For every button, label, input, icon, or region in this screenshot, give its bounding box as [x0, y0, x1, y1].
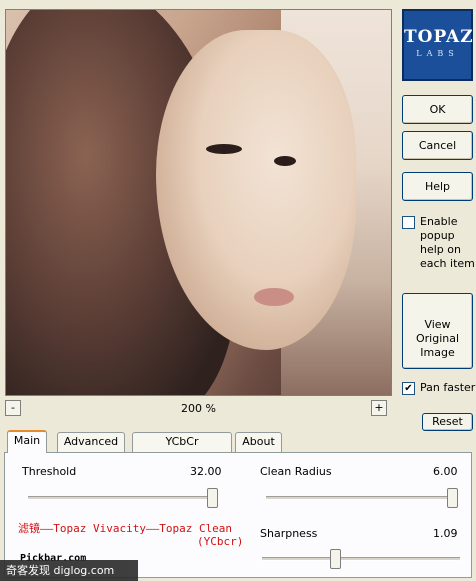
threshold-value: 32.00 — [190, 465, 222, 478]
zoom-level: 200 % — [181, 402, 216, 415]
popup-help-checkbox[interactable] — [402, 216, 415, 229]
sharpness-slider-track[interactable] — [262, 557, 460, 561]
topaz-logo: TOPAZ LABS — [402, 9, 473, 81]
help-button[interactable]: Help — [402, 172, 473, 201]
reset-button[interactable]: Reset — [422, 413, 473, 431]
sharpness-slider-thumb[interactable] — [330, 549, 341, 569]
threshold-slider-track[interactable] — [28, 496, 218, 500]
ok-button[interactable]: OK — [402, 95, 473, 124]
clean-radius-slider-thumb[interactable] — [447, 488, 458, 508]
preview-eye-right — [274, 156, 296, 166]
threshold-slider-thumb[interactable] — [207, 488, 218, 508]
clean-radius-slider-track[interactable] — [266, 496, 456, 500]
cancel-button[interactable]: Cancel — [402, 131, 473, 160]
tab-ycbcr-adjustment[interactable]: YCbCr Adjustment — [132, 432, 232, 466]
zoom-bar: - 200 % + — [5, 400, 392, 418]
logo-subtitle: LABS — [416, 49, 459, 58]
clean-radius-value: 6.00 — [433, 465, 458, 478]
site-watermark: 奇客发现 diglog.com — [0, 560, 138, 581]
preview-eye-left — [206, 144, 242, 154]
clean-radius-label: Clean Radius — [260, 465, 332, 478]
sharpness-value: 1.09 — [433, 527, 458, 540]
tab-about[interactable]: About — [235, 432, 282, 452]
image-preview[interactable] — [5, 9, 392, 396]
view-original-button[interactable]: View Original Image — [402, 293, 473, 369]
tab-advanced[interactable]: Advanced — [57, 432, 125, 452]
tab-main[interactable]: Main — [7, 430, 47, 453]
logo-title: TOPAZ — [404, 27, 474, 47]
sharpness-label: Sharpness — [260, 527, 318, 540]
pan-faster-label: Pan faster — [420, 381, 476, 394]
zoom-in-button[interactable]: + — [371, 400, 387, 416]
popup-help-label: Enable popup help on each item — [420, 215, 475, 270]
preview-lips — [254, 288, 294, 306]
pan-faster-checkbox[interactable]: ✔ — [402, 382, 415, 395]
overlay-filter-caption-2: (YCbcr) — [197, 535, 244, 548]
threshold-label: Threshold — [22, 465, 77, 478]
overlay-filter-caption: 滤镜——Topaz Vivacity——Topaz Clean — [18, 522, 233, 535]
